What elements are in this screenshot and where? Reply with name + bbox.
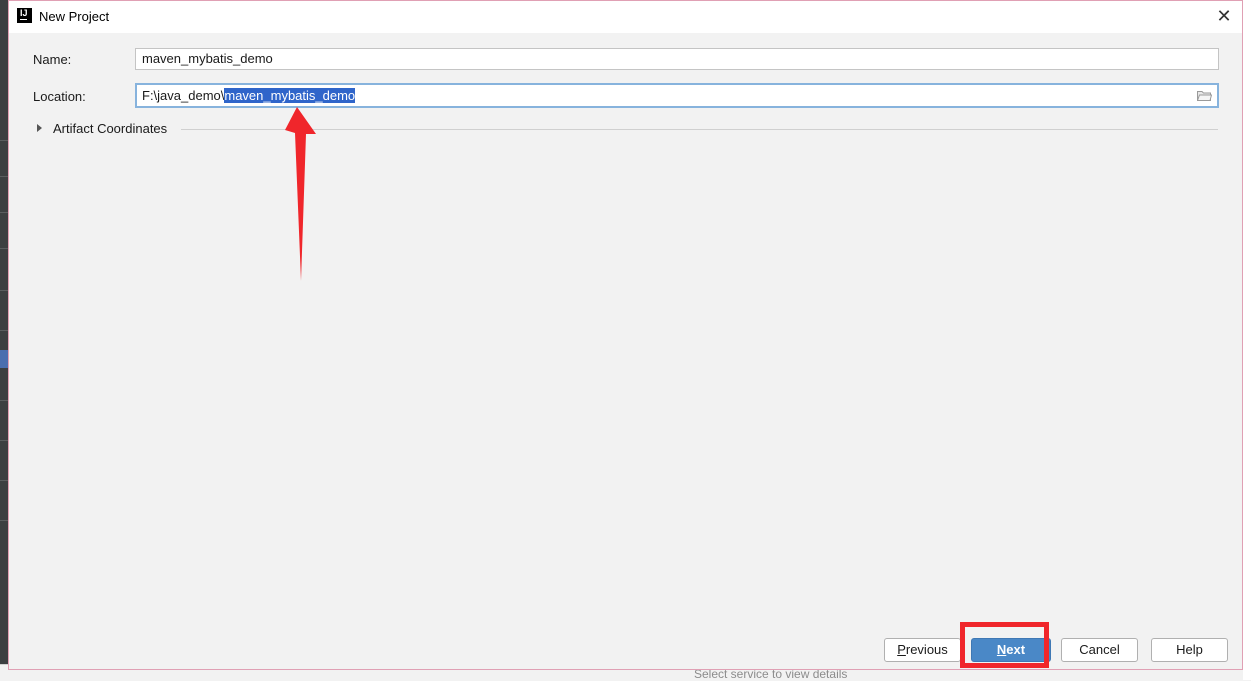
artifact-coordinates-label: Artifact Coordinates bbox=[53, 121, 168, 136]
artifact-coordinates-toggle[interactable]: Artifact Coordinates bbox=[37, 121, 1218, 137]
folder-icon[interactable] bbox=[1197, 90, 1212, 101]
location-prefix: F:\java_demo\ bbox=[142, 88, 225, 103]
location-field[interactable]: F:\java_demo\maven_mybatis_demo bbox=[135, 83, 1219, 108]
next-button[interactable]: Next bbox=[971, 638, 1051, 662]
name-value: maven_mybatis_demo bbox=[142, 51, 273, 66]
cancel-button[interactable]: Cancel bbox=[1061, 638, 1138, 662]
help-button[interactable]: Help bbox=[1151, 638, 1228, 662]
location-label: Location: bbox=[33, 89, 86, 104]
app-logo-icon: IJ bbox=[17, 8, 32, 23]
close-icon[interactable]: ✕ bbox=[1212, 5, 1236, 27]
name-label: Name: bbox=[33, 52, 72, 67]
name-field[interactable]: maven_mybatis_demo bbox=[135, 48, 1219, 70]
dialog-title: New Project bbox=[39, 9, 110, 24]
section-divider bbox=[181, 129, 1218, 130]
expand-triangle-icon bbox=[37, 124, 42, 132]
background-ide-panel bbox=[0, 0, 8, 680]
location-selected-text: maven_mybatis_demo bbox=[224, 88, 356, 103]
new-project-dialog: IJ New Project ✕ Name: maven_mybatis_dem… bbox=[8, 0, 1243, 670]
dialog-titlebar: IJ New Project ✕ bbox=[9, 1, 1242, 33]
background-right-edge bbox=[1243, 0, 1251, 680]
previous-button[interactable]: Previous bbox=[884, 638, 961, 662]
